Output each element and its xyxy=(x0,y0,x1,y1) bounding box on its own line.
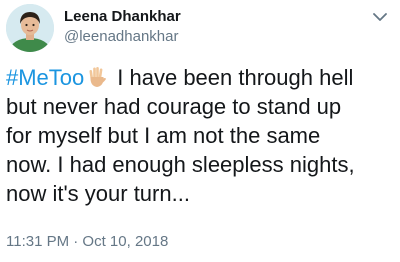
avatar-image xyxy=(6,4,54,52)
tweet-line-2: but never had courage to stand up xyxy=(6,94,342,119)
tweet-line-3: for myself but I am not the same xyxy=(6,123,321,148)
raised-hand-emoji-icon xyxy=(85,65,109,89)
tweet-line-1: #MeToo I have been through hell xyxy=(6,63,394,92)
chevron-down-icon[interactable] xyxy=(370,8,390,26)
tweet-timestamp[interactable]: 11:31 PM · Oct 10, 2018 xyxy=(6,233,168,250)
tweet-text: #MeToo I have been through hell but neve… xyxy=(6,63,394,208)
tweet-line-text: I have been through hell xyxy=(117,65,354,90)
tweet-card: Leena Dhankhar @leenadhankhar #MeToo I h… xyxy=(0,0,400,262)
avatar[interactable] xyxy=(6,4,54,52)
tweet-line-4: now. I had enough sleepless nights, xyxy=(6,152,355,177)
author-handle[interactable]: @leenadhankhar xyxy=(64,28,178,45)
tweet-line-5: now it's your turn... xyxy=(6,181,190,206)
author-name[interactable]: Leena Dhankhar xyxy=(64,8,181,25)
hashtag-link[interactable]: #MeToo xyxy=(6,65,84,90)
